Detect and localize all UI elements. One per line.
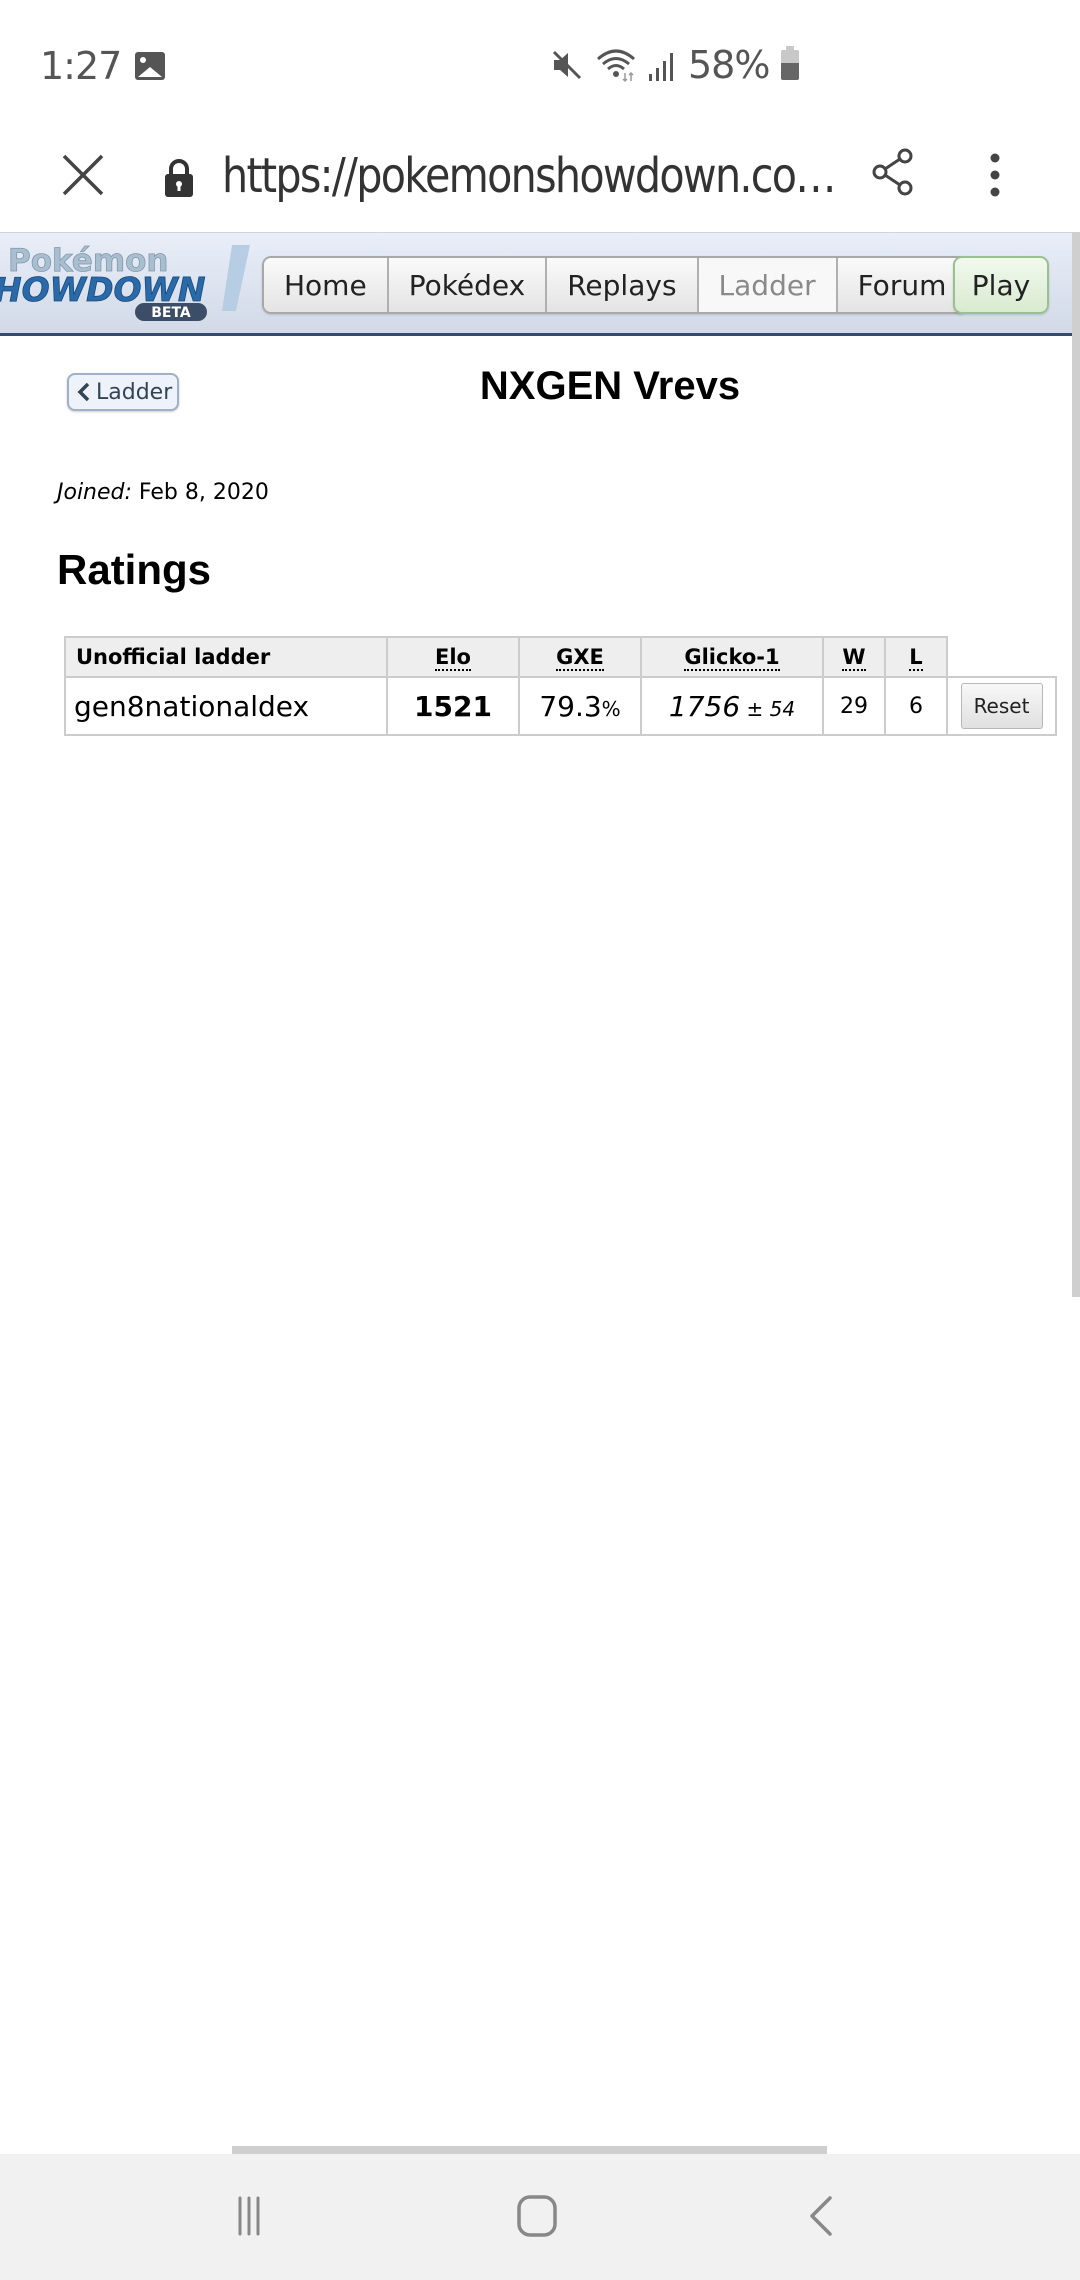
share-icon[interactable] xyxy=(870,147,916,197)
header-elo: Elo xyxy=(386,636,520,678)
url-field[interactable]: https://pokemonshowdown.co… xyxy=(222,148,837,204)
status-time: 1:27 xyxy=(40,44,122,88)
battery-percent: 58% xyxy=(688,43,770,87)
header-gxe-label: GXE xyxy=(556,645,604,671)
mute-icon xyxy=(552,50,582,80)
header-elo-label: Elo xyxy=(435,645,471,671)
chevron-left-icon xyxy=(77,382,90,402)
back-icon[interactable] xyxy=(800,2194,840,2238)
nav-pokedex[interactable]: Pokédex xyxy=(388,258,548,312)
browser-url-bar: https://pokemonshowdown.co… xyxy=(0,130,1080,230)
gallery-icon xyxy=(135,52,165,80)
header-wins: W xyxy=(822,636,886,678)
signal-icon xyxy=(649,53,673,81)
wifi-icon xyxy=(597,49,635,83)
lock-icon xyxy=(165,159,193,197)
cell-wins: 29 xyxy=(822,676,886,736)
back-button-label: Ladder xyxy=(96,379,173,405)
home-icon[interactable] xyxy=(514,2194,564,2238)
status-bar: 1:27 58% xyxy=(0,0,1080,130)
back-to-ladder-button[interactable]: Ladder xyxy=(67,373,179,411)
cell-format: gen8nationaldex xyxy=(64,676,388,736)
ratings-heading: Ratings xyxy=(57,546,212,593)
cell-action: Reset xyxy=(946,676,1057,736)
header-losses: L xyxy=(884,636,948,678)
nav-home[interactable]: Home xyxy=(264,258,389,312)
more-vert-icon[interactable] xyxy=(980,150,1010,200)
joined-value: Feb 8, 2020 xyxy=(131,480,269,505)
gxe-unit: % xyxy=(601,696,621,721)
system-nav-bar xyxy=(0,2154,1080,2280)
glicko-value: 1756 xyxy=(668,689,741,723)
header-glicko-label: Glicko-1 xyxy=(684,645,780,671)
reset-button[interactable]: Reset xyxy=(960,683,1043,729)
joined-label: Joined: xyxy=(57,480,132,505)
battery-icon xyxy=(781,46,800,80)
cell-glicko: 1756 ± 54 xyxy=(640,676,824,736)
horizontal-scrollbar[interactable] xyxy=(232,2146,827,2154)
cell-losses: 6 xyxy=(884,676,948,736)
cell-gxe: 79.3% xyxy=(518,676,642,736)
main-nav: Home Pokédex Replays Ladder Forum xyxy=(262,256,969,314)
header-blank xyxy=(947,637,1056,678)
ratings-table: Unofficial ladder Elo GXE Glicko-1 W L g… xyxy=(64,636,1057,736)
glicko-deviation: ± 54 xyxy=(740,696,796,721)
nav-ladder[interactable]: Ladder xyxy=(698,258,838,312)
pokemon-showdown-logo[interactable]: Pokémon HOWDOWN BETA xyxy=(0,239,255,321)
site-header: Pokémon HOWDOWN BETA Home Pokédex Replay… xyxy=(0,232,1072,336)
ratings-header-row: Unofficial ladder Elo GXE Glicko-1 W L xyxy=(64,636,1056,678)
header-losses-label: L xyxy=(909,645,923,671)
header-wins-label: W xyxy=(842,645,866,671)
status-icons: 58% xyxy=(550,43,800,87)
joined-date: Joined: Feb 8, 2020 xyxy=(57,480,269,505)
page-title: NXGEN Vrevs xyxy=(479,364,741,408)
recent-apps-icon[interactable] xyxy=(232,2194,282,2238)
svg-text:BETA: BETA xyxy=(151,305,191,321)
table-row: gen8nationaldex 1521 79.3% 1756 ± 54 29 … xyxy=(64,676,1057,736)
nav-replays[interactable]: Replays xyxy=(547,258,699,312)
gxe-value: 79.3 xyxy=(539,689,602,723)
header-ladder: Unofficial ladder xyxy=(64,636,388,678)
vertical-scrollbar[interactable] xyxy=(1072,232,1080,1297)
header-gxe: GXE xyxy=(518,636,642,678)
close-icon[interactable] xyxy=(58,150,108,200)
header-glicko: Glicko-1 xyxy=(640,636,824,678)
nav-forum[interactable]: Forum xyxy=(837,258,967,312)
cell-elo: 1521 xyxy=(386,676,520,736)
play-button[interactable]: Play xyxy=(953,256,1049,314)
